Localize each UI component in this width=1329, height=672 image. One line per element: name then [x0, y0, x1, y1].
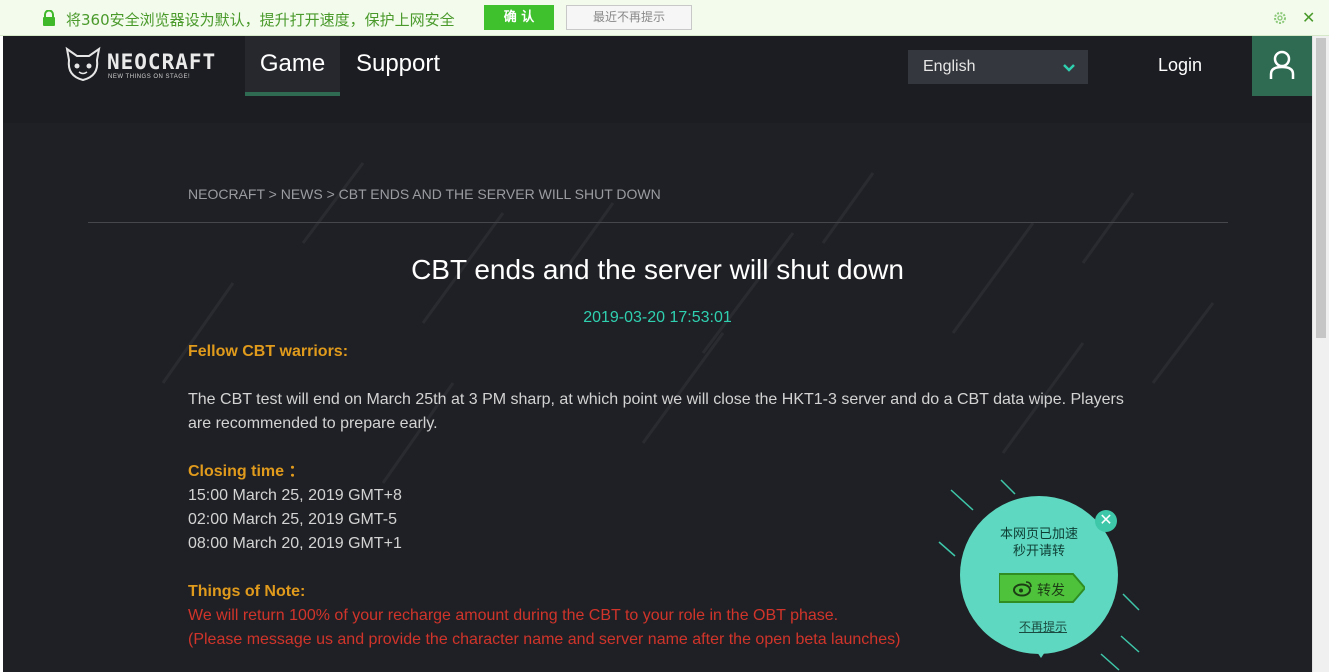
login-link[interactable]: Login [1158, 55, 1202, 76]
site-header: NEOCRAFT NEW THINGS ON STAGE! Game Suppo… [3, 36, 1312, 96]
no-prompt-link[interactable]: 不再提示 [1019, 618, 1067, 635]
intro-paragraph: The CBT test will end on March 25th at 3… [188, 391, 1124, 432]
language-select[interactable]: English [908, 50, 1088, 84]
neocraft-logo[interactable]: NEOCRAFT NEW THINGS ON STAGE! [61, 44, 215, 86]
logo-tagline: NEW THINGS ON STAGE! [108, 74, 191, 80]
nav-tab-support[interactable]: Support [351, 36, 445, 96]
page-viewport: NEOCRAFT NEW THINGS ON STAGE! Game Suppo… [3, 36, 1312, 672]
chevron-down-icon [1063, 64, 1075, 72]
bubble-tail [1033, 646, 1049, 658]
bubble-close-icon[interactable]: ✕ [1095, 510, 1117, 532]
notice-message: 将360安全浏览器设为默认，提升打开速度，保护上网安全 [66, 11, 455, 29]
article-date: 2019-03-20 17:53:01 [583, 309, 732, 326]
notice-confirm-button[interactable]: 确 认 [484, 5, 554, 30]
notice-dismiss-button[interactable]: 最近不再提示 [566, 5, 692, 30]
browser-notice-bar: 将360安全浏览器设为默认，提升打开速度，保护上网安全 确 认 最近不再提示 ✕ [0, 0, 1329, 36]
user-icon [1269, 50, 1295, 79]
lock-icon [43, 10, 55, 26]
cat-mascot-icon [65, 46, 101, 82]
bubble-message: 本网页已加速 秒开请转 [960, 526, 1118, 560]
breadcrumb: NEOCRAFT > NEWS > CBT ENDS AND THE SERVE… [188, 186, 661, 202]
share-label: 转发 [1037, 583, 1065, 599]
user-account-button[interactable] [1252, 36, 1312, 96]
accelerate-bubble: 本网页已加速 秒开请转 ✕ 转发 不再提示 [933, 476, 1143, 672]
logo-wordmark: NEOCRAFT [107, 50, 217, 74]
article-title: CBT ends and the server will shut down [411, 254, 904, 285]
gear-icon[interactable] [1272, 10, 1288, 26]
scrollbar-thumb[interactable] [1316, 38, 1326, 338]
bubble-line-2: 秒开请转 [1012, 544, 1065, 559]
bubble-line-1: 本网页已加速 [999, 527, 1078, 542]
nav-tab-game[interactable]: Game [245, 36, 340, 96]
page-scrollbar[interactable] [1312, 36, 1329, 672]
language-value: English [923, 58, 976, 75]
greeting-heading: Fellow CBT warriors: [188, 343, 349, 360]
breadcrumb-divider [88, 222, 1228, 223]
weibo-icon [1013, 581, 1032, 597]
notice-close-icon[interactable]: ✕ [1302, 8, 1315, 28]
